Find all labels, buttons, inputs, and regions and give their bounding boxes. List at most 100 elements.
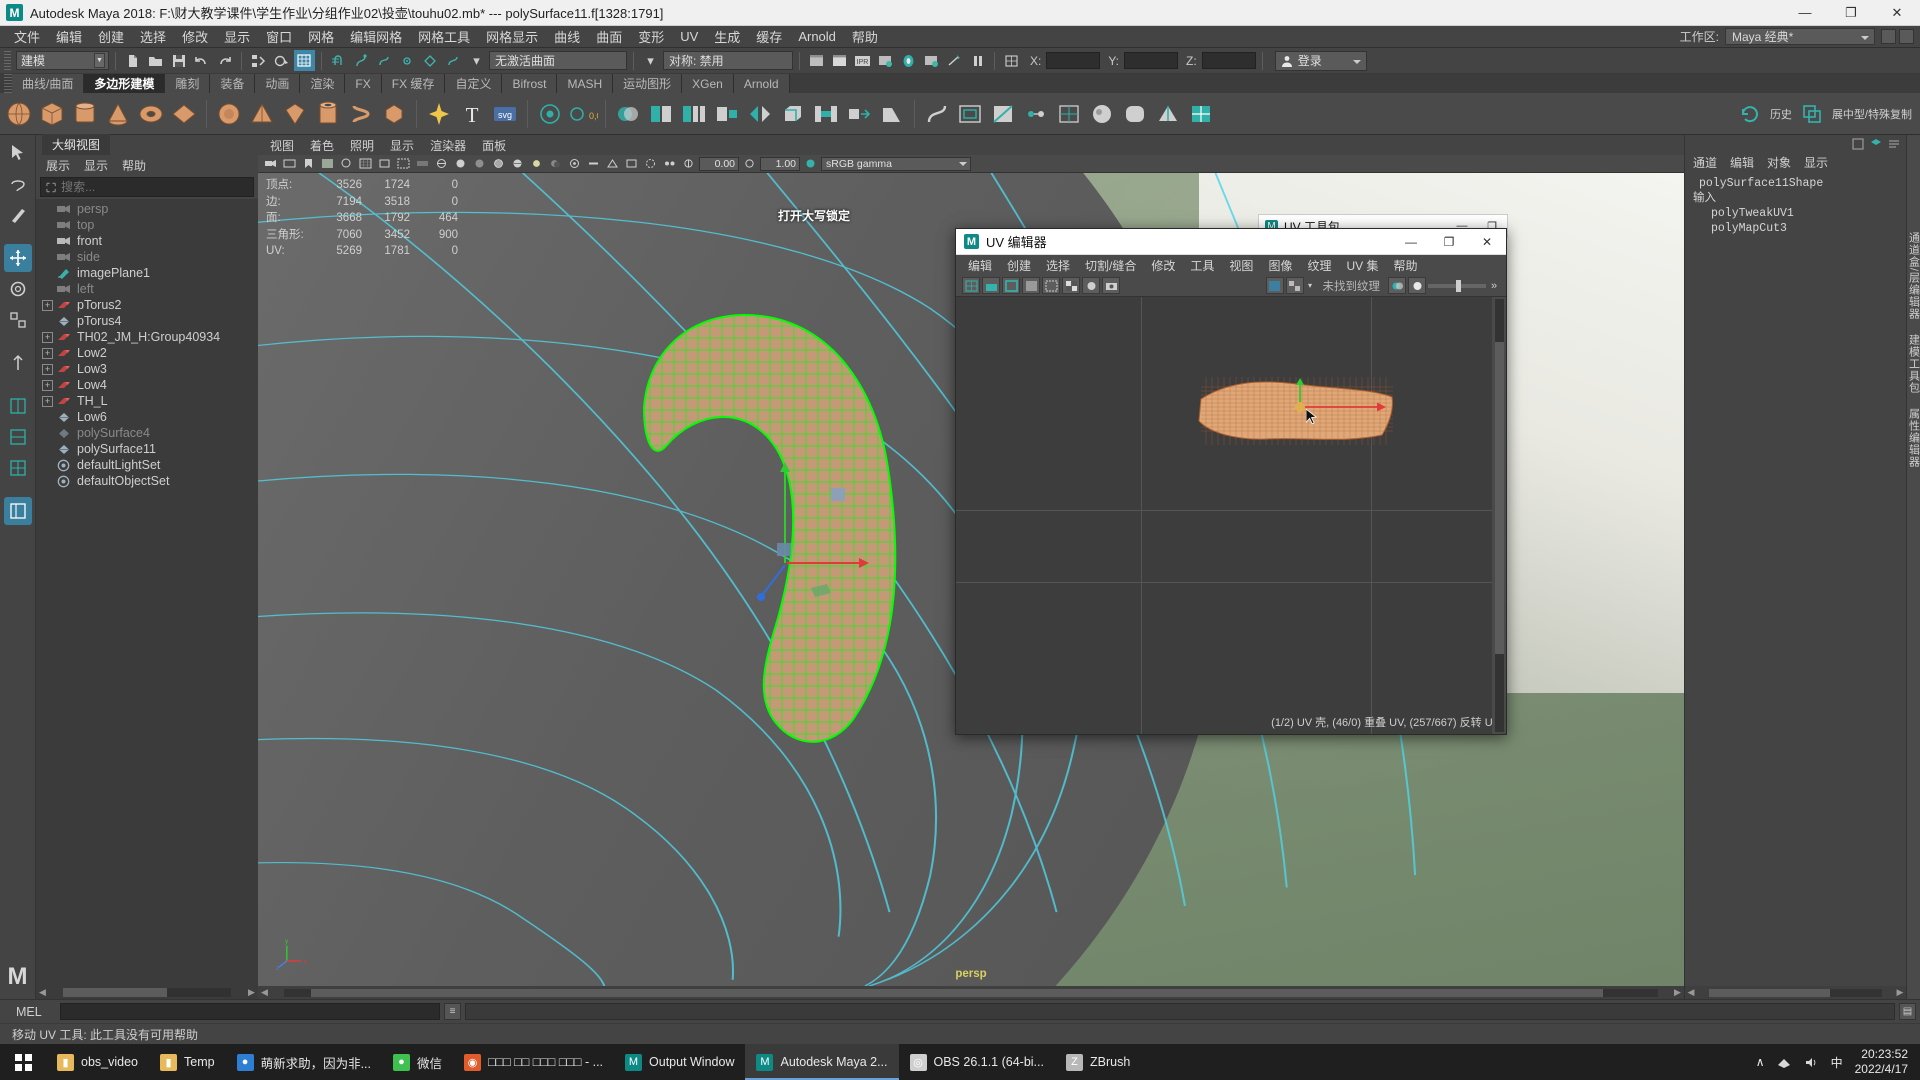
y-coord-field[interactable] xyxy=(1124,52,1179,69)
shelf-tab-rendering[interactable]: 渲染 xyxy=(300,74,346,93)
uv-menu-texture[interactable]: 纹理 xyxy=(1307,257,1331,274)
shelf-crease-icon[interactable] xyxy=(1153,99,1183,129)
snap-curve-button[interactable] xyxy=(351,50,372,71)
outliner-item-th-l[interactable]: + TH_L xyxy=(36,393,258,409)
shelf-grip[interactable] xyxy=(4,74,12,93)
image-plane-icon[interactable] xyxy=(319,156,336,171)
exposure-value-field[interactable]: 0.00 xyxy=(699,156,739,171)
select-by-object-button[interactable] xyxy=(271,50,292,71)
color-management-icon[interactable] xyxy=(802,156,819,171)
viewport-menu-lighting[interactable]: 照明 xyxy=(350,137,374,154)
outliner-tab[interactable]: 大纲视图 xyxy=(36,134,258,155)
snap-view-plane-button[interactable] xyxy=(420,50,441,71)
render-current-frame-button[interactable] xyxy=(806,50,827,71)
uv-expand-toolbar-icon[interactable]: » xyxy=(1488,277,1500,294)
menu-item-select[interactable]: 选择 xyxy=(132,25,174,48)
open-scene-button[interactable] xyxy=(145,50,166,71)
menu-item-mesh-tools[interactable]: 网格工具 xyxy=(410,25,478,48)
shadows-icon[interactable] xyxy=(547,156,564,171)
snap-projected-center-button[interactable] xyxy=(397,50,418,71)
outliner-search-box[interactable] xyxy=(40,177,254,197)
layer-editor-toggle-icon[interactable] xyxy=(1869,138,1882,151)
outliner-item-imageplane1[interactable]: imagePlane1 xyxy=(36,265,258,281)
shaded-wire-icon[interactable] xyxy=(490,156,507,171)
toggle-dof-button[interactable] xyxy=(944,50,965,71)
menu-item-mesh[interactable]: 网格 xyxy=(300,25,342,48)
uv-editor-close-button[interactable]: ✕ xyxy=(1468,229,1506,255)
expand-toggle-icon[interactable]: + xyxy=(42,347,53,359)
xray-mode-icon[interactable] xyxy=(642,156,659,171)
taskbar-item[interactable]: ▮ obs_video xyxy=(46,1044,149,1080)
shelf-soft-sphere-icon[interactable] xyxy=(214,99,244,129)
undo-button[interactable] xyxy=(191,50,212,71)
grid-toggle-icon[interactable] xyxy=(357,156,374,171)
redo-button[interactable] xyxy=(214,50,235,71)
uv-menu-cut-sew[interactable]: 切割/缝合 xyxy=(1085,257,1136,274)
outliner-menu-show[interactable]: 显示 xyxy=(84,157,108,174)
uv-display-shaded-icon[interactable] xyxy=(982,277,1000,294)
outliner-item-low2[interactable]: + Low2 xyxy=(36,345,258,361)
move-tool-icon[interactable] xyxy=(3,244,32,272)
uv-texture-dropdown-icon[interactable]: ▾ xyxy=(1306,277,1315,294)
motion-blur-icon[interactable] xyxy=(585,156,602,171)
viewport-menu-renderer[interactable]: 渲染器 xyxy=(430,137,466,154)
shelf-helix-icon[interactable] xyxy=(346,99,376,129)
snap-dropdown-icon[interactable]: ▾ xyxy=(466,50,487,71)
channel-box-input-1[interactable]: polyMapCut3 xyxy=(1685,221,1906,236)
two-d-pan-zoom-icon[interactable] xyxy=(338,156,355,171)
menu-item-uv[interactable]: UV xyxy=(672,27,706,46)
shelf-target-icon[interactable] xyxy=(535,99,565,129)
shelf-smooth-icon[interactable] xyxy=(1120,99,1150,129)
outliner-item-ptorus4[interactable]: pTorus4 xyxy=(36,313,258,329)
uv-brightness-slider[interactable] xyxy=(1428,279,1486,292)
start-button[interactable] xyxy=(0,1044,46,1080)
login-selector[interactable]: 登录 xyxy=(1274,50,1367,71)
uv-menu-create[interactable]: 创建 xyxy=(1007,257,1031,274)
gamma-reset-icon[interactable] xyxy=(741,156,758,171)
menu-item-deform[interactable]: 变形 xyxy=(630,25,672,48)
shelf-cone-icon[interactable] xyxy=(103,99,133,129)
xray-joints-icon[interactable] xyxy=(661,156,678,171)
scroll-thumb[interactable] xyxy=(311,988,1604,997)
uv-isolate-select-icon[interactable] xyxy=(1042,277,1060,294)
menu-item-file[interactable]: 文件 xyxy=(6,25,48,48)
vtab-attribute-editor[interactable]: 属性编辑器 xyxy=(1906,401,1920,475)
uv-display-texture-borders-icon[interactable] xyxy=(1002,277,1020,294)
exposure-reset-icon[interactable] xyxy=(680,156,697,171)
outliner-search-input[interactable] xyxy=(61,180,248,194)
mel-history-button[interactable]: ≡ xyxy=(444,1003,461,1020)
menu-item-window[interactable]: 窗口 xyxy=(258,25,300,48)
expand-toggle-icon[interactable]: + xyxy=(42,363,53,375)
uv-editor-window[interactable]: M UV 编辑器 — ❐ ✕ 编辑 创建 选择 切割/缝合 修改 工具 视图 图… xyxy=(955,228,1507,735)
shelf-bevel-icon[interactable] xyxy=(778,99,808,129)
outliner-item-th02-jm-h-group40934[interactable]: + TH02_JM_H:Group40934 xyxy=(36,329,258,345)
menu-item-create[interactable]: 创建 xyxy=(90,25,132,48)
shelf-booleans-icon[interactable] xyxy=(613,99,643,129)
workspace-selector[interactable]: Maya 经典* xyxy=(1725,28,1875,45)
uv-editor-canvas[interactable]: (1/2) UV 壳, (46/0) 重叠 UV, (257/667) 反转 U… xyxy=(956,297,1506,734)
vtab-channel-box-layer-editor[interactable]: 通道盒/层编辑器 xyxy=(1906,225,1920,327)
symmetry-dropdown-icon[interactable]: ▾ xyxy=(640,50,661,71)
scale-tool-icon[interactable] xyxy=(4,306,32,334)
scroll-thumb[interactable] xyxy=(1494,342,1504,655)
uv-menu-select[interactable]: 选择 xyxy=(1046,257,1070,274)
shelf-tab-curves-surfaces[interactable]: 曲线/曲面 xyxy=(12,74,85,93)
outliner-item-polysurface4[interactable]: polySurface4 xyxy=(36,425,258,441)
menuset-selector[interactable]: 建模 ▼ xyxy=(16,51,109,70)
snap-grid-button[interactable] xyxy=(328,50,349,71)
save-scene-button[interactable] xyxy=(168,50,189,71)
shelf-tab-mash[interactable]: MASH xyxy=(557,74,614,93)
volume-icon[interactable] xyxy=(1804,1056,1819,1069)
shelf-pyramid-icon[interactable] xyxy=(247,99,277,129)
outliner-item-low3[interactable]: + Low3 xyxy=(36,361,258,377)
shelf-special-duplicate-icon[interactable] xyxy=(1797,99,1827,129)
uv-toggle-grid-icon[interactable] xyxy=(962,277,980,294)
color-profile-selector[interactable]: sRGB gamma xyxy=(821,156,971,171)
shelf-cube-icon[interactable] xyxy=(37,99,67,129)
uv-editor-vertical-scroll-area[interactable] xyxy=(1492,297,1506,734)
shelf-sparkle-icon[interactable] xyxy=(424,99,454,129)
render-view-button[interactable] xyxy=(921,50,942,71)
shelf-mirror-icon[interactable] xyxy=(745,99,775,129)
pause-render-button[interactable] xyxy=(967,50,988,71)
script-editor-button[interactable]: ▤ xyxy=(1899,1003,1916,1020)
